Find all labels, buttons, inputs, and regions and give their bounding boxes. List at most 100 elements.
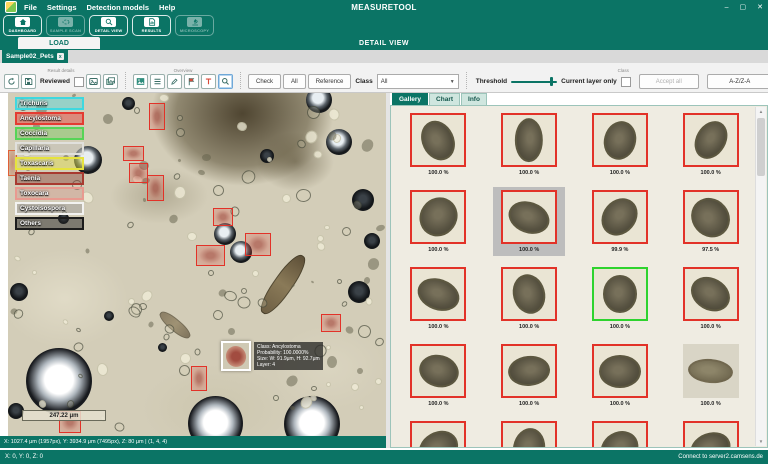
scroll-down-icon[interactable]: ▼ [756,437,766,446]
legend-toxascaris[interactable]: Toxascaris [15,157,84,170]
flag-icon[interactable] [184,74,199,89]
accept-all-button[interactable]: Accept all [639,74,699,89]
detection-thumbnail[interactable] [410,113,466,167]
legend-ancylostoma[interactable]: Ancylostoma [15,112,84,125]
legend-others[interactable]: Others [15,217,84,230]
tab-info[interactable]: Info [461,93,487,105]
picture-view-icon[interactable] [133,74,148,89]
zoom-tool-icon[interactable] [218,74,233,89]
minimize-button[interactable]: – [725,4,729,11]
legend-toxocara[interactable]: Toxocara [15,187,84,200]
detection-box[interactable] [123,146,144,161]
detection-thumbnail[interactable] [501,344,557,398]
nav-detail-view-button[interactable]: DETAIL VIEW [89,15,128,36]
detection-box[interactable] [196,245,225,266]
threshold-slider-handle[interactable] [550,77,553,86]
scrollbar-thumb[interactable] [757,118,765,176]
detection-thumbnail[interactable] [592,344,648,398]
gallery-item[interactable]: 100.0 % [675,341,747,410]
menu-file[interactable]: File [24,3,37,12]
check-button[interactable]: Check [248,74,281,89]
save-icon[interactable] [21,74,36,89]
nav-dashboard-button[interactable]: DASHBOARD [3,15,42,36]
close-button[interactable]: ✕ [757,3,763,11]
measure-ruler-icon[interactable] [201,74,216,89]
nav-results-button[interactable]: RESULTS [132,15,171,36]
detection-thumbnail[interactable] [592,113,648,167]
legend-cystoisospora[interactable]: Cystoisospora [15,202,84,215]
menu-settings[interactable]: Settings [47,3,77,12]
gallery-item[interactable]: 100.0 % [584,341,656,410]
tab-chart[interactable]: Chart [429,93,460,105]
gallery-item-selected[interactable]: 100.0 % [493,187,565,256]
gallery-item[interactable]: 99.9 % [584,187,656,256]
gallery-item[interactable] [493,418,565,448]
gallery-item[interactable]: 100.0 % [493,341,565,410]
gallery-item[interactable] [402,418,474,448]
layers-image-icon[interactable] [103,74,118,89]
detection-box[interactable] [129,163,148,183]
detection-thumbnail[interactable] [501,190,557,244]
detection-box[interactable] [149,103,165,130]
detection-thumbnail[interactable] [410,344,466,398]
gallery-item[interactable]: 100.0 % [493,264,565,333]
detection-thumbnail[interactable] [410,421,466,448]
gallery-item[interactable] [675,418,747,448]
gallery-item[interactable]: 100.0 % [675,264,747,333]
detection-box-highlighted[interactable] [221,341,251,371]
legend-trichuris[interactable]: Trichuris [15,97,84,110]
load-button[interactable]: LOAD [18,37,100,49]
detection-box[interactable] [147,175,164,201]
reference-button[interactable]: Reference [308,74,352,89]
tab-gallery[interactable]: Gallery [392,93,428,105]
gallery-item[interactable]: 100.0 % [675,110,747,179]
gallery-scrollbar[interactable]: ▲ ▼ [755,107,766,446]
threshold-slider[interactable] [511,75,557,88]
detection-thumbnail[interactable] [410,267,466,321]
detection-thumbnail[interactable] [683,421,739,448]
gallery-item[interactable]: 97.5 % [675,187,747,256]
legend-taenia[interactable]: Taenia [15,172,84,185]
detection-thumbnail[interactable] [683,344,739,398]
current-layer-checkbox[interactable] [621,77,631,87]
sample-tab[interactable]: Sample02_Pets x [2,50,68,63]
export-image-icon[interactable] [86,74,101,89]
gallery-item[interactable]: 100.0 % [402,341,474,410]
refresh-icon[interactable] [4,74,19,89]
detection-box[interactable] [213,208,233,226]
detection-thumbnail[interactable] [501,267,557,321]
all-button[interactable]: All [283,74,306,89]
maximize-button[interactable]: ▢ [740,3,747,11]
gallery-item[interactable] [584,418,656,448]
detection-thumbnail[interactable] [592,421,648,448]
reviewed-checkbox[interactable] [74,77,84,87]
class-dropdown[interactable]: All ▼ [377,74,459,89]
detection-box[interactable] [191,366,207,391]
microscopy-viewer[interactable]: Trichuris Ancylostoma Coccidia Capillaria To… [8,93,386,436]
list-view-icon[interactable] [150,74,165,89]
gallery-item[interactable]: 100.0 % [402,264,474,333]
gallery-item[interactable]: 100.0 % [402,187,474,256]
sample-tab-close-icon[interactable]: x [57,53,64,60]
menu-detection-models[interactable]: Detection models [87,3,150,12]
detection-thumbnail[interactable] [683,113,739,167]
detection-thumbnail[interactable] [410,190,466,244]
detection-thumbnail[interactable] [592,190,648,244]
scroll-up-icon[interactable]: ▲ [756,107,766,116]
detection-thumbnail[interactable] [501,421,557,448]
menu-help[interactable]: Help [159,3,175,12]
detection-box[interactable] [245,233,271,256]
gallery-item[interactable]: 100.0 % [584,110,656,179]
detection-thumbnail[interactable] [683,267,739,321]
sort-az-button[interactable]: A-Z/Z-A [707,74,768,89]
detection-box[interactable] [321,314,341,332]
annotate-pencil-icon[interactable] [167,74,182,89]
gallery-item[interactable]: 100.0 % [584,264,656,333]
detection-thumbnail[interactable] [592,267,648,321]
detection-thumbnail[interactable] [501,113,557,167]
legend-capillaria[interactable]: Capillaria [15,142,84,155]
gallery-item[interactable]: 100.0 % [402,110,474,179]
gallery-item[interactable]: 100.0 % [493,110,565,179]
legend-coccidia[interactable]: Coccidia [15,127,84,140]
detection-thumbnail[interactable] [683,190,739,244]
